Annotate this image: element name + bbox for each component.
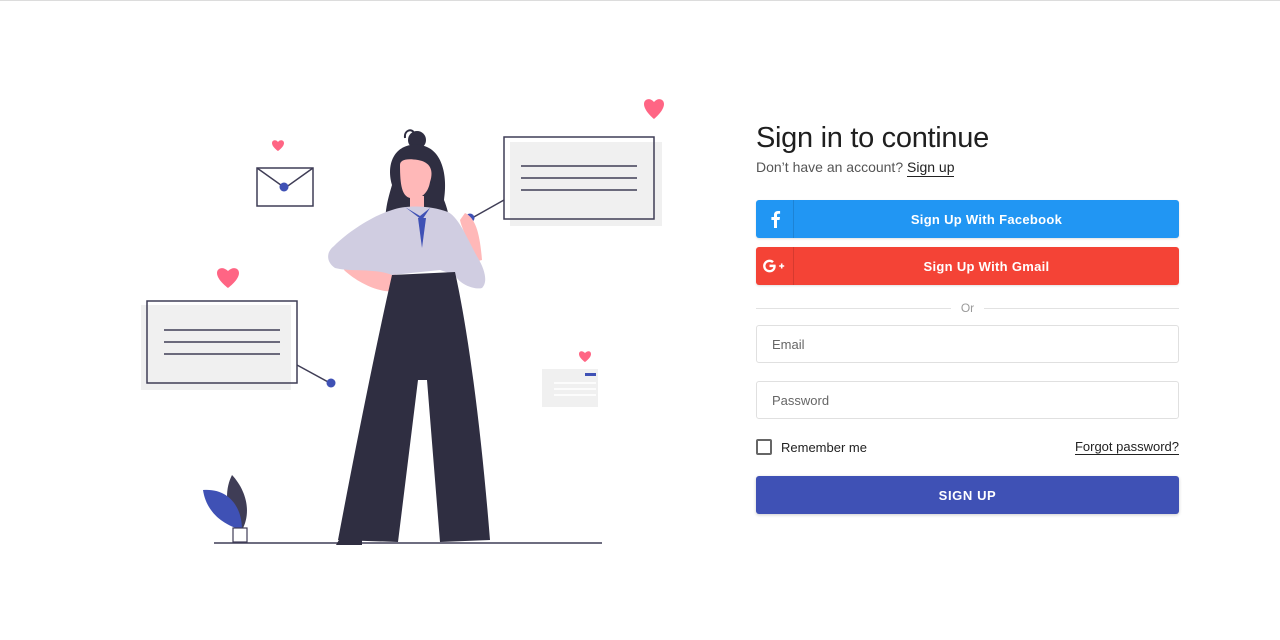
top-border (0, 0, 1280, 1)
forgot-password-link[interactable]: Forgot password? (1074, 439, 1179, 455)
divider-line-left (756, 307, 951, 309)
gmail-signup-button[interactable]: Sign Up With Gmail (756, 247, 1179, 285)
form-options: Remember me Forgot password? (756, 437, 1179, 457)
page-title: Sign in to continue (756, 122, 989, 154)
password-field[interactable] (756, 381, 1179, 419)
google-plus-icon (756, 247, 794, 285)
divider-text: Or (960, 301, 975, 315)
message-bubble-left (141, 268, 336, 390)
hero-illustration (130, 90, 690, 560)
gmail-button-label: Sign Up With Gmail (923, 258, 1050, 274)
signin-form: Sign in to continue Don’t have an accoun… (756, 120, 1179, 514)
remember-me-option[interactable]: Remember me (756, 439, 867, 455)
facebook-signup-button[interactable]: Sign Up With Facebook (756, 200, 1179, 238)
signup-link[interactable]: Sign up (907, 159, 955, 177)
signup-prompt: Don’t have an account? Sign up (756, 158, 1179, 177)
small-card-icon (542, 351, 598, 407)
email-field[interactable] (756, 325, 1179, 363)
plant-icon (203, 475, 248, 543)
signup-prompt-text: Don’t have an account? (756, 159, 904, 175)
or-divider: Or (756, 301, 1179, 315)
envelope-icon (256, 140, 314, 207)
divider-line-right (984, 307, 1179, 309)
woman-figure (328, 129, 490, 545)
remember-me-label: Remember me (781, 439, 867, 455)
remember-me-checkbox[interactable] (756, 439, 772, 455)
sign-up-button[interactable]: SIGN UP (756, 476, 1179, 514)
facebook-icon (756, 200, 794, 238)
message-bubble-right (465, 99, 664, 226)
facebook-button-label: Sign Up With Facebook (910, 211, 1063, 227)
